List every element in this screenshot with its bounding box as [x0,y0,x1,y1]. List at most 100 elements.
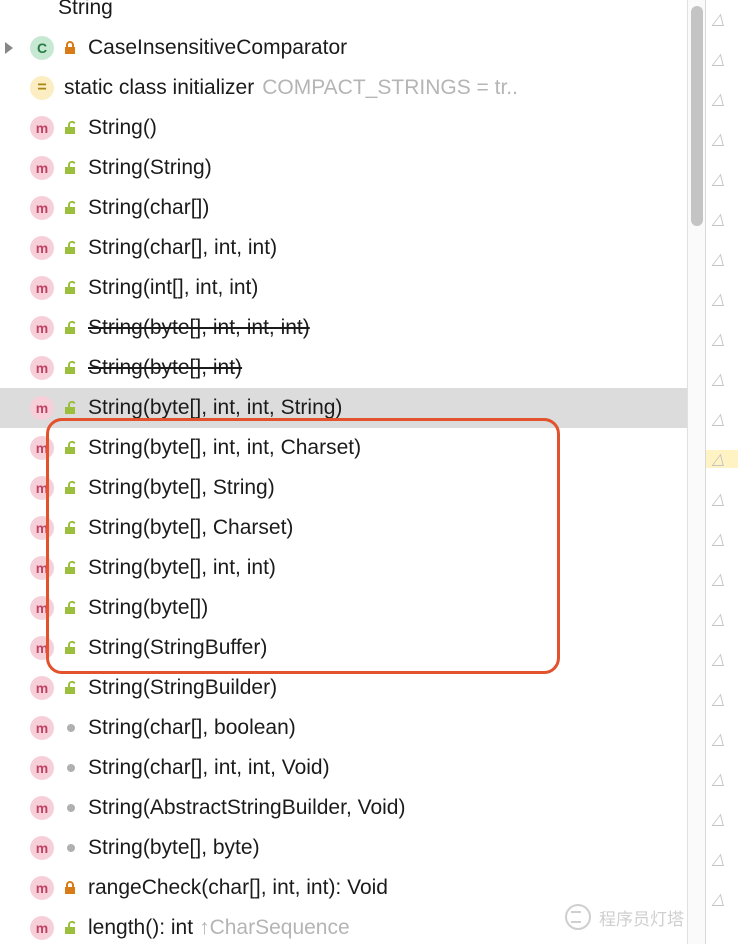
indent-spacer: m [18,476,58,500]
tree-row-method[interactable]: m String(byte[], String) [0,468,688,508]
row-label: String(byte[]) [88,596,208,620]
scrollbar-thumb[interactable] [691,6,703,226]
unlock-icon [62,279,80,297]
super-reference: ↑CharSequence [199,916,350,940]
tree-row-method[interactable]: m String(char[], int, int, Void) [0,748,688,788]
tree-row-method[interactable]: mString(String) [0,148,688,188]
tree-row-method[interactable]: m String(byte[], int) [0,348,688,388]
indent-spacer: m [18,836,58,860]
indent-spacer: m [18,356,58,380]
row-label: String(byte[], Charset) [88,516,293,540]
structure-tree[interactable]: String C CaseInsensitiveComparator = sta… [0,0,688,944]
row-label: String(byte[], String) [88,476,275,500]
unlock-icon [62,239,80,257]
row-label: String() [88,116,157,140]
indent-spacer: m [18,236,58,260]
tree-row-method[interactable]: m String(byte[], Charset) [0,508,688,548]
row-label: String(String) [88,156,212,180]
unlock-icon [62,919,80,937]
tree-row-method[interactable]: m String() [0,108,688,148]
row-label: String(byte[], byte) [88,836,260,860]
method-kind-icon: m [30,356,54,380]
tree-row-method[interactable]: mString(char[], int, int) [0,228,688,268]
indent-spacer: m [18,636,58,660]
watermark-icon [565,904,591,930]
indent-spacer: m [18,876,58,900]
unlock-icon [62,359,80,377]
unlock-icon [62,559,80,577]
row-label: String(StringBuffer) [88,636,267,660]
package-visibility-icon [62,719,80,737]
watermark: 程序员灯塔 [565,904,684,930]
tree-row-top-partial[interactable]: String [0,0,688,28]
indent-spacer: m [18,436,58,460]
indent-spacer: m [18,396,58,420]
row-label: String(char[], boolean) [88,716,296,740]
package-visibility-icon [62,839,80,857]
class-kind-icon: C [30,36,54,60]
unlock-icon [62,599,80,617]
indent-spacer: m [18,516,58,540]
tree-row-method[interactable]: m rangeCheck(char[], int, int): Void [0,868,688,908]
indent-spacer: m [18,716,58,740]
indent-spacer: m [18,316,58,340]
unlock-icon [62,319,80,337]
row-label: String(char[], int, int, Void) [88,756,330,780]
method-kind-icon: m [30,476,54,500]
row-label: String(byte[], int, int, Charset) [88,436,361,460]
method-kind-icon: m [30,876,54,900]
tree-row-method[interactable]: m String(StringBuffer) [0,628,688,668]
method-kind-icon: m [30,276,54,300]
indent-spacer: m [18,796,58,820]
tree-row-method[interactable]: m String(byte[], byte) [0,828,688,868]
method-kind-icon: m [30,556,54,580]
unlock-icon [62,639,80,657]
tree-row-method[interactable]: mString(StringBuilder) [0,668,688,708]
method-kind-icon: m [30,396,54,420]
tree-row-method[interactable]: mString(int[], int, int) [0,268,688,308]
tree-row-method[interactable]: m String(byte[], int, int, int) [0,308,688,348]
indent-spacer: m [18,276,58,300]
expand-toggle[interactable] [0,42,18,54]
triangle-icon [5,42,13,54]
indent-spacer: m [18,196,58,220]
row-label: rangeCheck(char[], int, int): Void [88,876,388,900]
row-label: static class initializer [64,76,254,100]
tree-row-method[interactable]: mString(char[]) [0,188,688,228]
row-label: String(AbstractStringBuilder, Void) [88,796,405,820]
method-kind-icon: m [30,916,54,940]
method-kind-icon: m [30,436,54,460]
unlock-icon [62,479,80,497]
method-kind-icon: m [30,236,54,260]
tree-row-method[interactable]: m String(byte[], int, int, Charset) [0,428,688,468]
method-kind-icon: m [30,836,54,860]
method-kind-icon: m [30,596,54,620]
unlock-icon [62,439,80,457]
row-label: String(byte[], int) [88,356,242,380]
scrollbar-track[interactable] [687,0,706,944]
tree-row-method[interactable]: m String(AbstractStringBuilder, Void) [0,788,688,828]
row-trailing-text: COMPACT_STRINGS = tr.. [262,76,518,100]
package-visibility-icon [62,799,80,817]
row-label: String(byte[], int, int) [88,556,276,580]
package-visibility-icon [62,759,80,777]
tree-row-method[interactable]: m String(byte[], int, int) [0,548,688,588]
gutter-change-marks: △△△△△△ △△△△△△ △△△△△△ △△△△△ [712,0,724,920]
unlock-icon [62,199,80,217]
unlock-icon [62,519,80,537]
unlock-icon [62,159,80,177]
row-label: String(byte[], int, int, int) [88,316,310,340]
method-kind-icon: m [30,116,54,140]
indent-spacer: m [18,676,58,700]
editor-gutter: △△△△△△ △△△△△△ △△△△△△ △△△△△ [705,0,738,944]
tree-row-method[interactable]: m String(byte[]) [0,588,688,628]
tree-row-class[interactable]: C CaseInsensitiveComparator [0,28,688,68]
lock-icon [62,879,80,897]
tree-row-method[interactable]: m String(char[], boolean) [0,708,688,748]
tree-row-initializer[interactable]: = static class initializer COMPACT_STRIN… [0,68,688,108]
method-rows-container: mString()mString(String)mString(char[])m… [0,108,688,944]
indent-spacer: m [18,556,58,580]
method-kind-icon: m [30,636,54,660]
tree-row-method[interactable]: mString(byte[], int, int, String) [0,388,688,428]
indent-spacer: m [18,756,58,780]
